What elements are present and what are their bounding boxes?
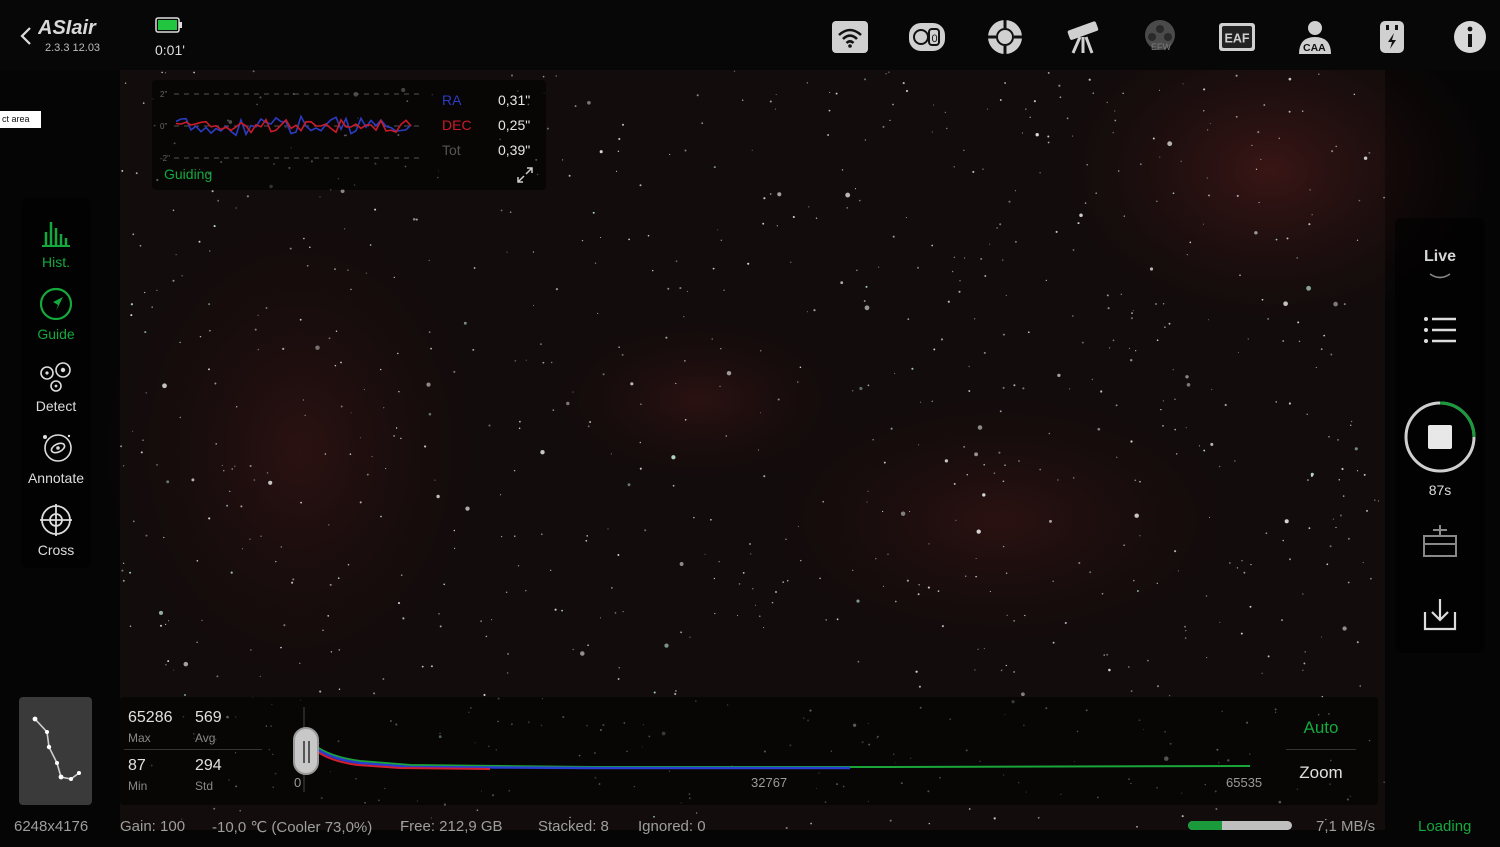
tot-value: 0,39"	[498, 142, 531, 158]
hist-tick-max: 65535	[1226, 775, 1263, 790]
telescope-mount-icon[interactable]	[1062, 17, 1102, 57]
eaf-icon[interactable]: EAF	[1217, 17, 1257, 57]
ra-label: RA	[442, 92, 462, 108]
temperature-status: -10,0 ℃ (Cooler 73,0%)	[212, 819, 373, 836]
exposure-timer: 87s	[1428, 482, 1452, 498]
svg-text:EAF: EAF	[1225, 32, 1250, 46]
tool-detect[interactable]: Detect	[21, 352, 91, 420]
guiding-graph-panel[interactable]: 2" 0" -2" RA 0,31" DEC 0,25" Tot 0,39" G…	[152, 80, 546, 190]
battery-icon	[155, 17, 182, 33]
tot-label: Tot	[442, 142, 461, 158]
zoom-button[interactable]: Zoom	[1286, 763, 1356, 783]
hist-tick-mid: 32767	[751, 775, 788, 790]
free-space-status: Free: 212,9 GB	[400, 818, 503, 835]
ra-guide-line	[175, 114, 412, 137]
stacked-count: Stacked: 8	[538, 818, 609, 835]
hist-max-label: Max	[128, 731, 151, 745]
hist-std-value: 294	[195, 757, 222, 774]
histogram-curve	[303, 707, 1251, 792]
top-bar: ASIair 2.3.3 12.03 0:01' 0 EFW EAF CAA	[0, 0, 1500, 70]
info-icon[interactable]	[1450, 17, 1490, 57]
hist-avg-label: Avg	[195, 731, 216, 745]
transfer-progress-bar	[1188, 821, 1292, 830]
hist-avg-value: 569	[195, 709, 222, 726]
list-menu-icon[interactable]	[1420, 310, 1460, 350]
live-mode-label[interactable]: Live	[1395, 248, 1485, 266]
app-version: 2.3.3 12.03	[45, 42, 101, 54]
efw-icon[interactable]: EFW	[1140, 17, 1180, 57]
tool-guide[interactable]: Guide	[21, 280, 91, 348]
left-toolbar: Hist. Guide Detect Annotate Cross	[21, 198, 91, 568]
chevron-down-icon[interactable]	[1428, 270, 1452, 284]
loading-status: Loading	[1418, 818, 1472, 835]
hist-min-label: Min	[128, 779, 148, 793]
stop-capture-button[interactable]	[1403, 400, 1477, 474]
dec-value: 0,25"	[498, 117, 531, 133]
hist-button-divider	[1286, 749, 1356, 750]
dec-label: DEC	[442, 117, 472, 133]
guiding-status: Guiding	[164, 166, 213, 182]
tool-annotate[interactable]: Annotate	[21, 424, 91, 492]
elapsed-time: 0:01'	[155, 42, 185, 58]
tool-cross-label: Cross	[37, 542, 75, 558]
guide-icon	[39, 287, 73, 321]
wifi-icon[interactable]	[830, 17, 870, 57]
histogram-panel: 65286 Max 569 Avg 87 Min 294 Std 0 32767…	[120, 697, 1378, 805]
stack-icon[interactable]	[1420, 520, 1460, 560]
auto-stretch-button[interactable]: Auto	[1286, 718, 1356, 738]
detect-stars-icon	[40, 362, 71, 392]
svg-text:0": 0"	[160, 122, 167, 131]
annotate-icon	[43, 434, 72, 462]
select-area-tooltip[interactable]: ct area	[0, 111, 41, 128]
back-chevron-icon[interactable]	[16, 24, 38, 48]
crosshair-icon	[40, 504, 72, 536]
camera-icon[interactable]: 0	[907, 17, 947, 57]
gain-status: Gain: 100	[120, 818, 186, 835]
asiair-logo: ASIair	[38, 17, 97, 39]
hist-std-label: Std	[195, 779, 214, 793]
svg-text:ASIair: ASIair	[38, 17, 97, 39]
power-icon[interactable]	[1372, 17, 1412, 57]
expand-icon[interactable]	[516, 166, 534, 184]
tool-detect-label: Detect	[35, 398, 77, 414]
svg-text:2": 2"	[160, 90, 167, 99]
tool-histogram-label: Hist.	[42, 254, 70, 270]
transfer-progress-fill	[1188, 821, 1223, 830]
hist-stats-divider	[124, 749, 262, 750]
image-resolution: 6248x4176	[14, 818, 89, 835]
right-panel: Live 87s	[1395, 218, 1485, 653]
transfer-speed: 7,1 MB/s	[1316, 818, 1376, 835]
caa-icon[interactable]: CAA	[1295, 17, 1335, 57]
histogram-icon	[42, 222, 70, 247]
tool-cross[interactable]: Cross	[21, 496, 91, 564]
guiding-graph: 2" 0" -2"	[160, 90, 422, 163]
guide-scope-icon[interactable]	[985, 17, 1025, 57]
hist-tick-0: 0	[294, 775, 302, 790]
svg-text:EFW: EFW	[1151, 42, 1172, 52]
histogram-black-point-slider[interactable]	[293, 727, 319, 775]
ra-value: 0,31"	[498, 92, 531, 108]
constellation-preview-thumbnail[interactable]	[19, 697, 92, 805]
tool-annotate-label: Annotate	[27, 470, 85, 486]
svg-text:CAA: CAA	[1303, 42, 1326, 54]
tool-guide-label: Guide	[37, 326, 75, 342]
hist-min-value: 87	[128, 757, 146, 774]
ignored-count: Ignored: 0	[638, 818, 706, 835]
download-save-icon[interactable]	[1420, 594, 1460, 634]
svg-text:-2": -2"	[160, 154, 170, 163]
svg-text:0: 0	[932, 33, 938, 45]
hist-max-value: 65286	[128, 709, 173, 726]
tool-histogram[interactable]: Hist.	[21, 208, 91, 276]
